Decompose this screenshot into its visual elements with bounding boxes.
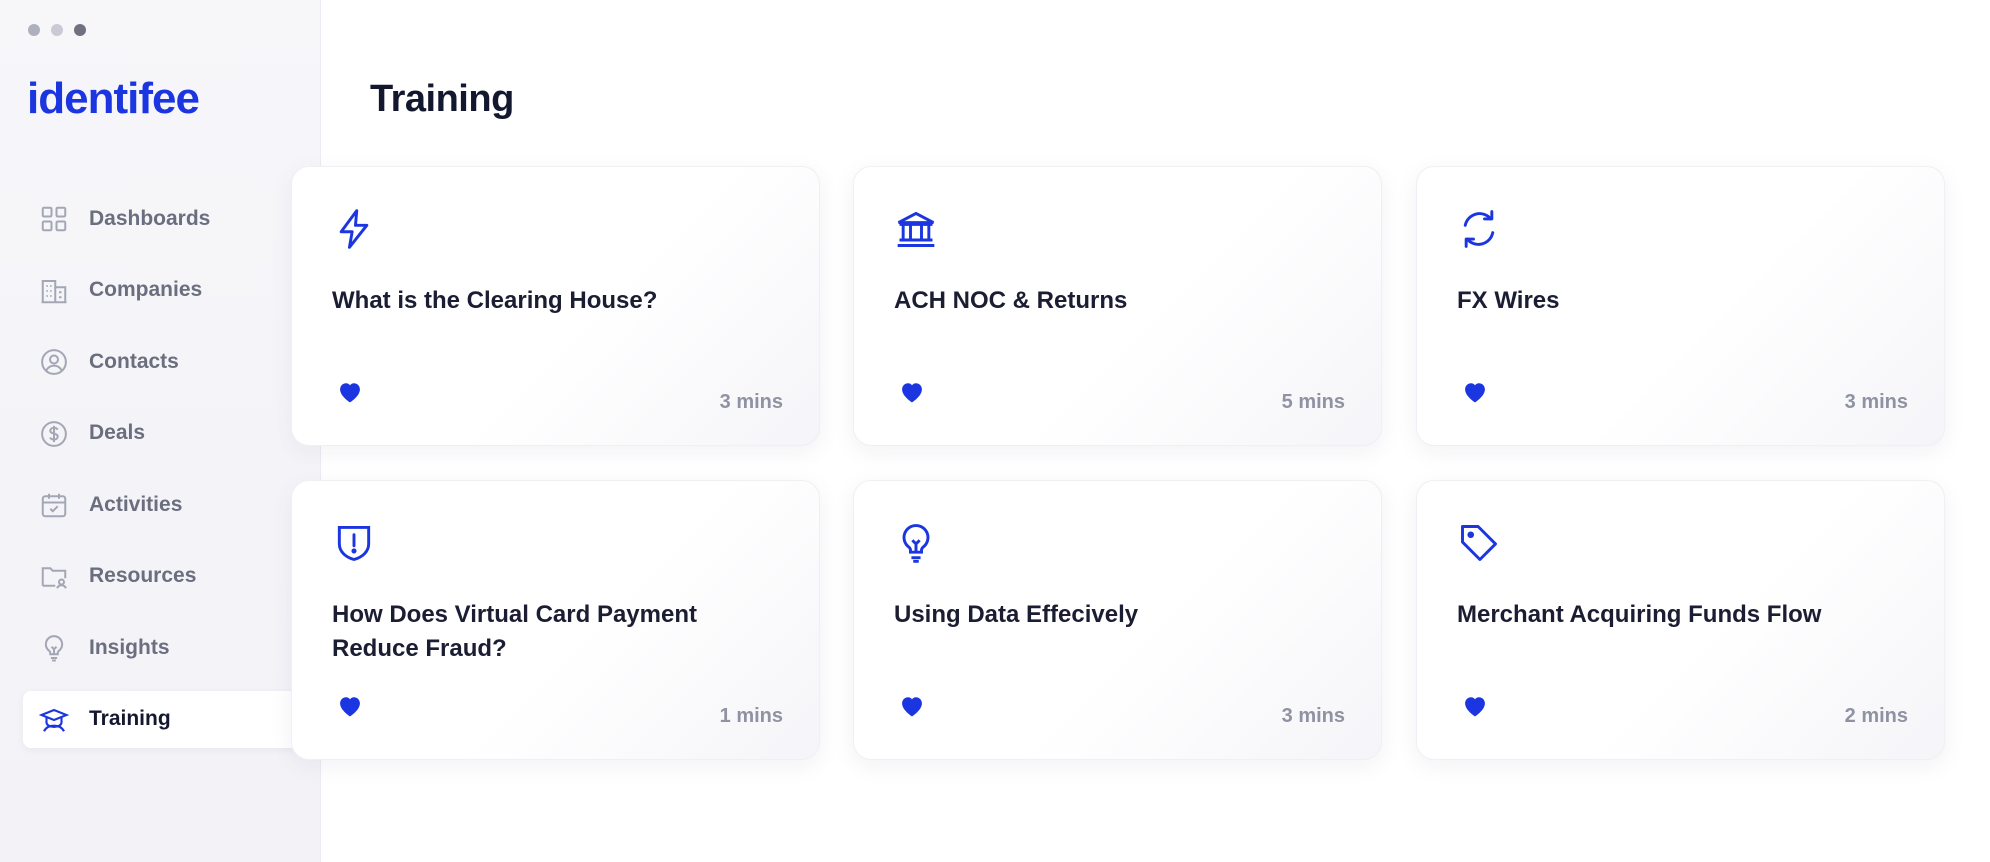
sidebar-item-label: Contacts bbox=[89, 349, 179, 373]
duration-label: 2 mins bbox=[1844, 705, 1908, 727]
lightbulb-icon bbox=[902, 524, 930, 563]
heart-icon[interactable] bbox=[898, 378, 926, 406]
sidebar-item-label: Resources bbox=[89, 564, 197, 587]
heart-icon[interactable] bbox=[898, 692, 926, 720]
heart-icon[interactable] bbox=[1461, 692, 1489, 720]
duration-label: 5 mins bbox=[1281, 391, 1345, 413]
sidebar: identifee Dashboards Companies Contacts bbox=[0, 0, 321, 862]
card-title: FX Wires bbox=[1457, 287, 1560, 314]
duration-label: 3 mins bbox=[719, 391, 783, 413]
user-circle-icon bbox=[41, 349, 67, 375]
training-card[interactable]: How Does Virtual Card Payment Reduce Fra… bbox=[291, 480, 820, 760]
building-icon bbox=[41, 279, 67, 303]
sidebar-nav: Dashboards Companies Contacts Deals Acti… bbox=[23, 190, 321, 762]
duration-label: 3 mins bbox=[1281, 705, 1345, 727]
sidebar-item-companies[interactable]: Companies bbox=[23, 262, 321, 319]
duration-label: 3 mins bbox=[1844, 391, 1908, 413]
sidebar-item-resources[interactable]: Resources bbox=[23, 548, 321, 605]
sidebar-item-label: Insights bbox=[89, 635, 170, 659]
calendar-check-icon bbox=[41, 493, 67, 518]
sidebar-item-insights[interactable]: Insights bbox=[23, 619, 321, 676]
card-title: ACH NOC & Returns bbox=[894, 287, 1128, 314]
sidebar-item-label: Dashboards bbox=[89, 206, 211, 230]
training-card[interactable]: FX Wires 3 mins bbox=[1416, 166, 1945, 446]
training-card[interactable]: Using Data Effecively 3 mins bbox=[853, 480, 1382, 760]
tag-icon bbox=[1461, 525, 1497, 561]
bank-icon bbox=[897, 211, 935, 247]
sidebar-item-contacts[interactable]: Contacts bbox=[23, 333, 321, 390]
heart-icon[interactable] bbox=[336, 378, 364, 406]
page-title: Training bbox=[370, 78, 514, 120]
shield-alert-icon bbox=[337, 525, 371, 562]
sidebar-item-label: Training bbox=[89, 707, 171, 730]
window-maximize-button[interactable] bbox=[74, 24, 86, 36]
window-controls bbox=[28, 24, 86, 36]
graduation-cap-icon bbox=[39, 708, 69, 732]
card-title: Using Data Effecively bbox=[894, 601, 1139, 628]
dashboard-grid-icon bbox=[41, 206, 67, 232]
heart-icon[interactable] bbox=[336, 692, 364, 720]
sidebar-item-label: Deals bbox=[89, 421, 146, 444]
app-logo[interactable]: identifee bbox=[27, 74, 200, 124]
card-title: How Does Virtual Card Payment Reduce Fra… bbox=[332, 601, 697, 662]
dollar-circle-icon bbox=[41, 420, 67, 447]
sidebar-item-activities[interactable]: Activities bbox=[23, 476, 321, 533]
training-card[interactable]: What is the Clearing House? 3 mins bbox=[291, 166, 820, 446]
window-minimize-button[interactable] bbox=[51, 24, 63, 36]
sidebar-item-training[interactable]: Training bbox=[23, 690, 321, 748]
sidebar-item-deals[interactable]: Deals bbox=[23, 405, 321, 462]
sidebar-item-dashboards[interactable]: Dashboards bbox=[23, 190, 321, 247]
sidebar-item-label: Activities bbox=[89, 492, 183, 516]
card-title: Merchant Acquiring Funds Flow bbox=[1457, 601, 1822, 628]
sidebar-item-label: Companies bbox=[89, 278, 203, 301]
window-close-button[interactable] bbox=[28, 24, 40, 36]
training-card[interactable]: ACH NOC & Returns 5 mins bbox=[853, 166, 1382, 446]
folder-user-icon bbox=[41, 566, 67, 589]
lightning-icon bbox=[339, 209, 369, 249]
training-card[interactable]: Merchant Acquiring Funds Flow 2 mins bbox=[1416, 480, 1945, 760]
heart-icon[interactable] bbox=[1461, 378, 1489, 406]
lightbulb-icon bbox=[44, 635, 64, 662]
card-title: What is the Clearing House? bbox=[332, 287, 658, 314]
refresh-arrows-icon bbox=[1463, 210, 1495, 248]
duration-label: 1 mins bbox=[719, 705, 783, 727]
